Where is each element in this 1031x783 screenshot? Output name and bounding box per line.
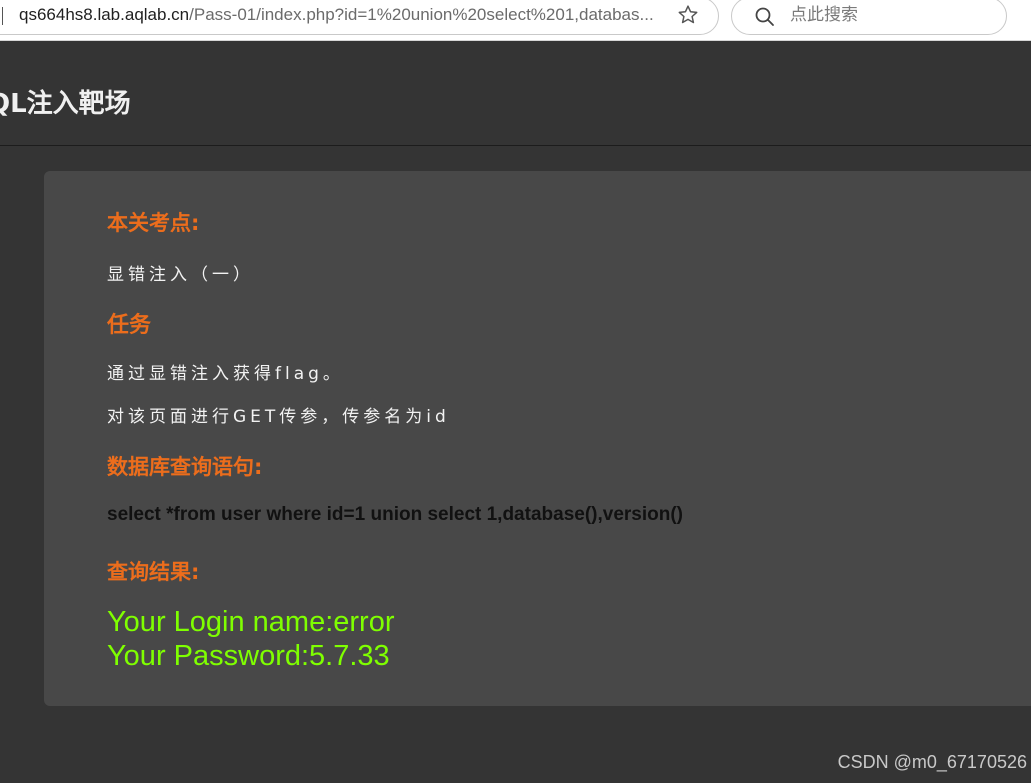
browser-toolbar: qs664hs8.lab.aqlab.cn/Pass-01/index.php?… <box>0 0 1031 41</box>
content-panel: 本关考点: 显错注入（一） 任务 通过显错注入获得flag。 对该页面进行GET… <box>44 171 1031 706</box>
query-heading: 数据库查询语句: <box>107 455 263 479</box>
text-cursor <box>2 7 3 25</box>
star-icon[interactable] <box>676 3 700 27</box>
search-input[interactable] <box>790 2 990 28</box>
search-box[interactable] <box>731 0 1007 35</box>
url-path: /Pass-01/index.php?id=1%20union%20select… <box>189 5 654 24</box>
page-title: QL注入靶场 <box>0 89 131 119</box>
result-login-name: Your Login name:error <box>107 606 395 638</box>
site-header: QL注入靶场 <box>0 41 1031 146</box>
task-line-1: 通过显错注入获得flag。 <box>107 364 344 384</box>
search-icon <box>755 7 774 26</box>
watermark: CSDN @m0_67170526 <box>837 752 1027 772</box>
url-text[interactable]: qs664hs8.lab.aqlab.cn/Pass-01/index.php?… <box>19 5 659 25</box>
query-sql: select *from user where id=1 union selec… <box>107 504 684 525</box>
result-heading: 查询结果: <box>107 560 200 584</box>
address-bar[interactable]: qs664hs8.lab.aqlab.cn/Pass-01/index.php?… <box>0 0 719 35</box>
task-heading: 任务 <box>107 313 152 338</box>
result-password: Your Password:5.7.33 <box>107 640 390 672</box>
task-line-2: 对该页面进行GET传参，传参名为id <box>107 407 450 427</box>
url-host: qs664hs8.lab.aqlab.cn <box>19 5 190 24</box>
checkpoint-text: 显错注入（一） <box>107 265 254 285</box>
checkpoint-heading: 本关考点: <box>107 211 200 235</box>
